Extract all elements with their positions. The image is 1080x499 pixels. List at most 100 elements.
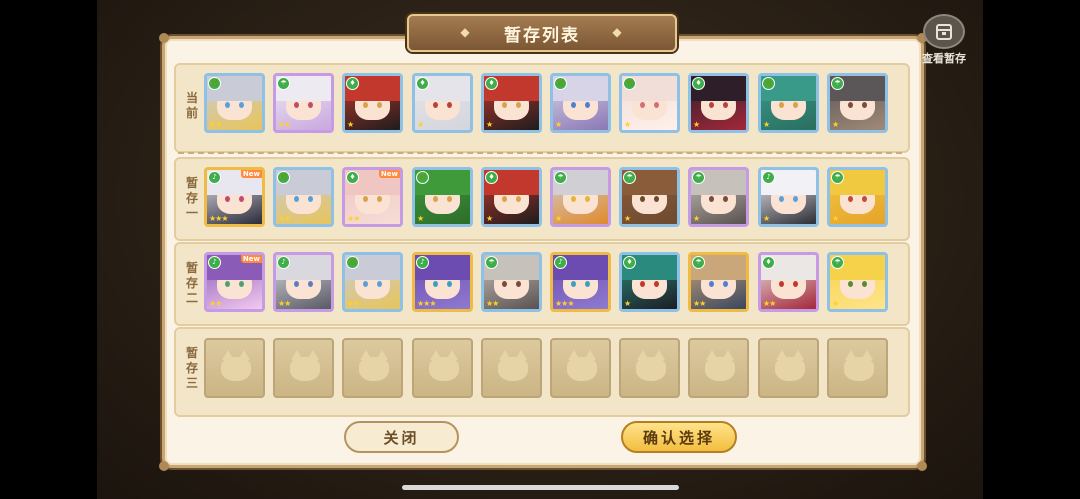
empty-slot[interactable] (827, 338, 888, 398)
cat-placeholder-icon (429, 350, 459, 381)
view-saved-label: 查看暂存 (922, 52, 966, 65)
element-icon: ♦ (416, 77, 429, 90)
character-card[interactable]: ♦ ★★ New (342, 167, 403, 227)
character-card[interactable]: ♪ ★★ New (204, 252, 265, 312)
element-icon: ☂ (692, 171, 705, 184)
element-icon: 🌿 (277, 171, 290, 184)
cat-placeholder-icon (359, 350, 389, 381)
character-card[interactable]: ♦ ★ (412, 73, 473, 133)
character-card[interactable]: 🌿 ★★ (342, 252, 403, 312)
star-rating: ★★★ (417, 299, 436, 308)
cat-placeholder-icon (567, 350, 597, 381)
star-rating: ★ (417, 120, 424, 129)
character-card[interactable]: ♪ ★★★ (412, 252, 473, 312)
star-rating: ★★ (209, 120, 222, 129)
empty-slot[interactable] (412, 338, 473, 398)
new-badge: New (378, 170, 400, 178)
element-icon: ♦ (485, 171, 498, 184)
star-rating: ★ (624, 120, 631, 129)
character-card[interactable]: ♦ ★ (688, 73, 749, 133)
new-badge: New (240, 170, 262, 178)
character-card[interactable]: ♦ ★★ (758, 252, 819, 312)
character-card[interactable]: 🌿 ★★ (273, 167, 334, 227)
element-icon: ♪ (416, 256, 429, 269)
character-card[interactable]: ☂ ★★ (688, 252, 749, 312)
star-rating: ★★ (693, 299, 706, 308)
star-rating: ★★★ (555, 299, 574, 308)
element-icon: ♦ (485, 77, 498, 90)
star-rating: ★ (417, 214, 424, 223)
row-label: 暂存一 (185, 176, 198, 220)
character-card[interactable]: ☂ ★★ (273, 73, 334, 133)
character-card[interactable]: ♦ ★ (481, 73, 542, 133)
character-card[interactable]: ☂ ★★ (481, 252, 542, 312)
element-icon: 🌿 (346, 256, 359, 269)
character-card[interactable]: 🌿 ★ (550, 73, 611, 133)
character-card[interactable]: ☂ ★ (550, 167, 611, 227)
view-saved-button[interactable]: 查看暂存 (914, 14, 974, 66)
character-card[interactable]: ♦ ★ (619, 252, 680, 312)
character-card[interactable]: ♪ ★★★ (550, 252, 611, 312)
star-rating: ★ (624, 299, 631, 308)
star-rating: ★ (832, 214, 839, 223)
character-card[interactable]: 🌿 ★★ (204, 73, 265, 133)
cat-placeholder-icon (705, 350, 735, 381)
character-card[interactable]: ♪ ★★★ New (204, 167, 265, 227)
empty-slot[interactable] (619, 338, 680, 398)
star-rating: ★ (832, 120, 839, 129)
star-rating: ★ (763, 120, 770, 129)
empty-slot[interactable] (688, 338, 749, 398)
box-icon (923, 14, 965, 49)
cat-placeholder-icon (221, 350, 251, 381)
star-rating: ★★ (347, 299, 360, 308)
character-card[interactable]: ♦ ★ (342, 73, 403, 133)
ornament-icon: ◆ (612, 25, 624, 39)
element-icon: ♪ (762, 171, 775, 184)
element-icon: ☂ (554, 171, 567, 184)
empty-slot[interactable] (550, 338, 611, 398)
star-rating: ★★ (486, 299, 499, 308)
corner-ornament (159, 33, 169, 43)
element-icon: ☂ (831, 171, 844, 184)
star-rating: ★ (347, 120, 354, 129)
star-rating: ★ (555, 120, 562, 129)
row-label: 暂存三 (185, 346, 198, 390)
star-rating: ★ (486, 120, 493, 129)
element-icon: 🌿 (554, 77, 567, 90)
corner-ornament (917, 461, 927, 471)
row-divider (178, 152, 902, 154)
new-badge: New (240, 255, 262, 263)
row-label: 暂存二 (185, 261, 198, 305)
character-card[interactable]: 🌿 ★ (412, 167, 473, 227)
character-card[interactable]: ☂ ★ (619, 167, 680, 227)
element-icon: ♦ (762, 256, 775, 269)
character-card[interactable]: ☂ ★ (827, 167, 888, 227)
star-rating: ★ (555, 214, 562, 223)
empty-slot[interactable] (273, 338, 334, 398)
close-button[interactable]: 关闭 (344, 421, 459, 453)
empty-slot[interactable] (342, 338, 403, 398)
character-card[interactable]: ☂ ★ (827, 73, 888, 133)
character-card[interactable]: ♪ ★ (758, 167, 819, 227)
element-icon: ♪ (208, 256, 221, 269)
star-rating: ★ (832, 299, 839, 308)
home-indicator[interactable] (402, 485, 679, 490)
character-card[interactable]: ☂ ★ (827, 252, 888, 312)
character-card[interactable]: ♦ ★ (481, 167, 542, 227)
star-rating: ★★ (763, 299, 776, 308)
empty-slot[interactable] (204, 338, 265, 398)
ornament-icon: ◆ (460, 25, 472, 39)
corner-ornament (159, 461, 169, 471)
character-card[interactable]: ♪ ★★ (273, 252, 334, 312)
character-card[interactable]: 🌿 ★ (758, 73, 819, 133)
star-rating: ★ (693, 120, 700, 129)
empty-slot[interactable] (758, 338, 819, 398)
star-rating: ★★★ (209, 214, 228, 223)
star-rating: ★★ (278, 214, 291, 223)
element-icon: ♦ (623, 256, 636, 269)
character-card[interactable]: ☂ ★ (688, 167, 749, 227)
character-card[interactable]: 🌿 ★ (619, 73, 680, 133)
confirm-selection-button[interactable]: 确认选择 (621, 421, 737, 453)
cat-placeholder-icon (844, 350, 874, 381)
empty-slot[interactable] (481, 338, 542, 398)
